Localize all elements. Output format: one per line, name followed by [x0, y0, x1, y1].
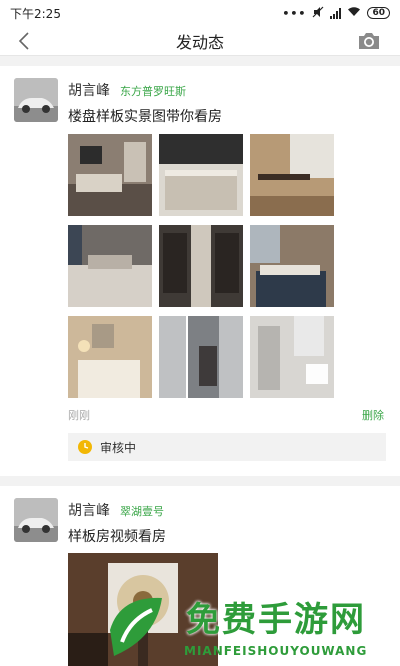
photo-grid	[68, 134, 334, 398]
avatar[interactable]	[14, 498, 58, 542]
nav-bar: 发动态	[0, 26, 400, 56]
photo-study[interactable]	[250, 134, 334, 216]
author-name[interactable]: 胡言峰	[68, 500, 110, 520]
status-bar: 下午2:25 ••• 60	[0, 0, 400, 26]
signal-icon	[330, 7, 342, 19]
post-card: 胡言峰 翠湖壹号 样板房视频看房	[0, 486, 400, 666]
page-title: 发动态	[175, 32, 224, 52]
back-button[interactable]	[12, 29, 36, 53]
review-status-bar: 审核中	[68, 433, 386, 461]
photo-bedroom-2[interactable]	[250, 225, 334, 307]
status-time: 下午2:25	[10, 6, 61, 21]
photo-kitchen[interactable]	[159, 134, 243, 216]
photo-bathroom[interactable]	[250, 316, 334, 398]
location-tag[interactable]: 东方普罗旺斯	[120, 83, 186, 99]
clock-icon	[78, 440, 92, 454]
post-card: 胡言峰 东方普罗旺斯 楼盘样板实景图带你看房 刚刚 删除 审核中	[0, 66, 400, 476]
wifi-icon	[347, 6, 361, 20]
status-icons: ••• 60	[282, 6, 390, 21]
location-tag[interactable]: 翠湖壹号	[120, 503, 164, 519]
photo-closet[interactable]	[159, 225, 243, 307]
author-name[interactable]: 胡言峰	[68, 80, 110, 100]
camera-icon	[359, 33, 379, 49]
photo-living-room[interactable]	[68, 134, 152, 216]
camera-button[interactable]	[356, 29, 382, 53]
photo-shower[interactable]	[159, 316, 243, 398]
photo-bedroom-3[interactable]	[68, 316, 152, 398]
avatar[interactable]	[14, 78, 58, 122]
chevron-left-icon	[18, 32, 29, 50]
battery-icon: 60	[367, 7, 390, 19]
photo-bedroom-1[interactable]	[68, 225, 152, 307]
more-dots-icon: •••	[282, 6, 307, 20]
post-text: 楼盘样板实景图带你看房	[68, 109, 222, 125]
video-thumbnail[interactable]	[68, 553, 218, 666]
post-text: 样板房视频看房	[68, 529, 166, 545]
delete-button[interactable]: 删除	[362, 407, 384, 423]
post-time: 刚刚	[68, 409, 90, 422]
mute-icon	[312, 6, 324, 21]
review-status: 审核中	[100, 440, 137, 455]
